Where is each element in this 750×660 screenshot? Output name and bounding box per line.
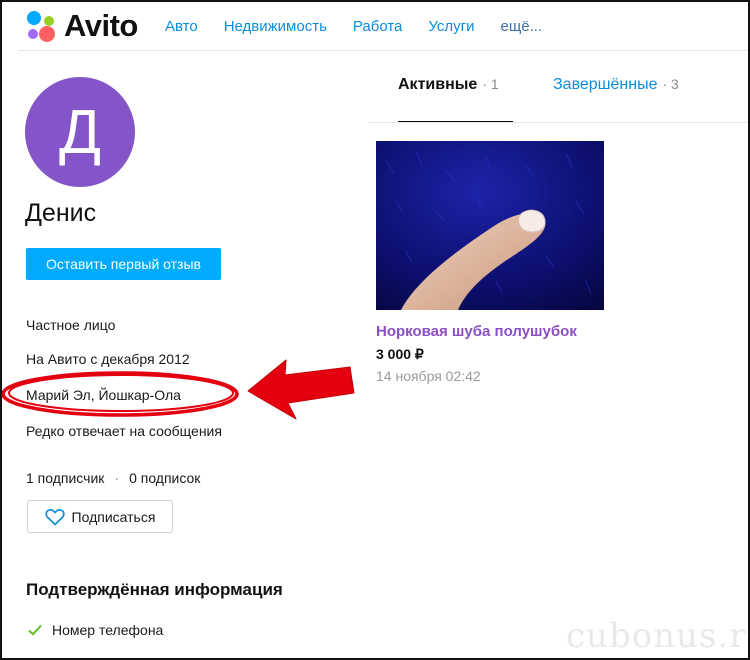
avito-logo-icon xyxy=(27,11,55,42)
tab-completed-label: Завершённые xyxy=(553,76,658,93)
tab-active-count: · 1 xyxy=(482,76,499,92)
avatar: Д xyxy=(25,77,135,187)
seller-type: Частное лицо xyxy=(26,317,116,333)
site-header: Avito Авто Недвижимость Работа Услуги ещ… xyxy=(0,0,750,50)
verified-info-title: Подтверждённая информация xyxy=(26,580,283,599)
avito-logo[interactable]: Avito xyxy=(22,6,152,46)
check-icon xyxy=(28,624,42,636)
main-nav: Авто Недвижимость Работа Услуги ещё... xyxy=(165,18,568,35)
subscribe-button[interactable]: Подписаться xyxy=(27,500,173,533)
tab-active-label: Активные xyxy=(398,76,478,93)
listing-date: 14 ноября 02:42 xyxy=(376,368,481,384)
heart-icon xyxy=(44,508,65,525)
leave-review-button[interactable]: Оставить первый отзыв xyxy=(26,248,221,280)
seller-location: Марий Эл, Йошкар-Ола xyxy=(26,387,181,403)
watermark: cubonus.ru xyxy=(566,616,750,656)
subscribers-count[interactable]: 1 подписчик xyxy=(26,470,104,486)
nav-jobs[interactable]: Работа xyxy=(353,18,403,35)
nav-more[interactable]: ещё... xyxy=(501,18,543,35)
member-since: На Авито с декабря 2012 xyxy=(26,351,190,367)
verified-phone-row: Номер телефона xyxy=(28,622,163,638)
logo-text: Avito xyxy=(64,8,138,43)
response-rate: Редко отвечает на сообщения xyxy=(26,423,222,439)
tab-completed-listings[interactable]: Завершённые · 3 xyxy=(553,76,679,94)
nav-auto[interactable]: Авто xyxy=(165,18,198,35)
tabs-divider xyxy=(368,122,750,123)
nav-real-estate[interactable]: Недвижимость xyxy=(224,18,327,35)
stats-separator: · xyxy=(114,470,120,486)
tab-completed-count: · 3 xyxy=(662,76,679,92)
listing-price: 3 000 ₽ xyxy=(376,346,424,362)
nav-services[interactable]: Услуги xyxy=(428,18,474,35)
subscription-stats: 1 подписчик · 0 подписок xyxy=(26,470,200,486)
profile-name: Денис xyxy=(25,199,97,227)
avatar-letter: Д xyxy=(59,97,101,167)
listing-title[interactable]: Норковая шуба полушубок xyxy=(376,323,577,340)
listing-photo[interactable] xyxy=(376,141,604,310)
subscribe-label: Подписаться xyxy=(71,508,156,525)
header-divider xyxy=(18,50,750,51)
verified-phone-label: Номер телефона xyxy=(52,622,164,638)
subscriptions-count[interactable]: 0 подписок xyxy=(129,470,200,486)
tab-active-listings[interactable]: Активные · 1 xyxy=(398,76,499,94)
